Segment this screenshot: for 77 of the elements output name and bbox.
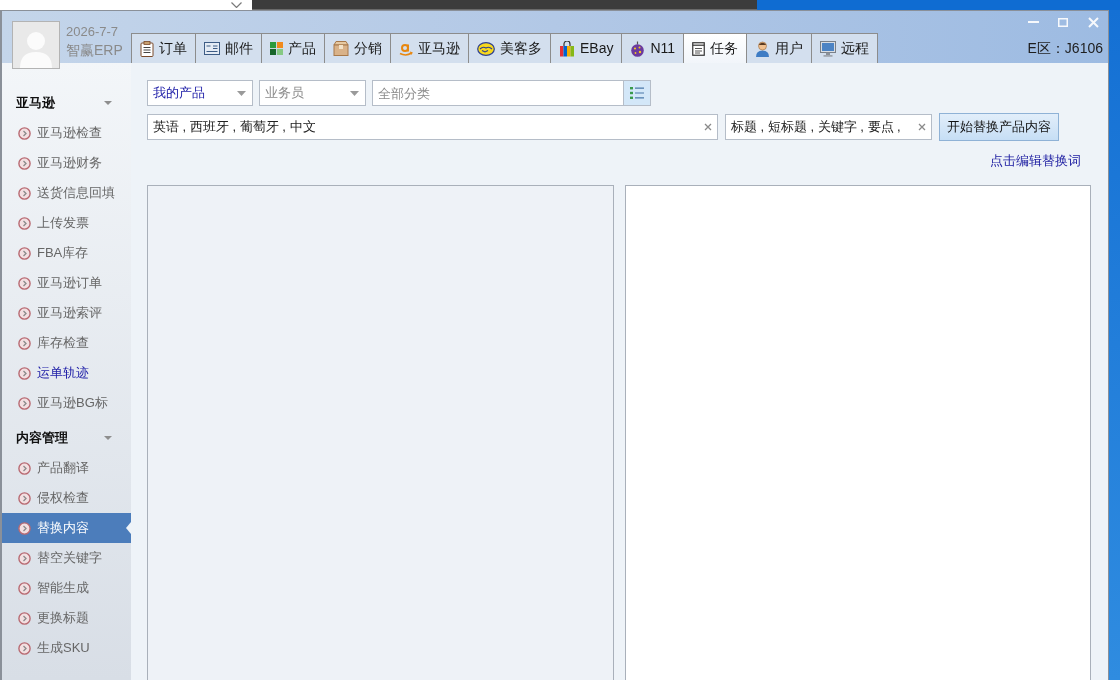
pointer-notch-icon <box>126 522 131 534</box>
arrow-circle-icon <box>18 611 31 625</box>
card-icon <box>204 42 220 55</box>
arrow-circle-icon <box>18 246 31 260</box>
tab[interactable]: 订单 <box>131 33 196 63</box>
sidebar-group-header[interactable]: 内容管理 <box>2 423 131 453</box>
chevron-down-icon[interactable] <box>231 2 242 8</box>
sidebar-item[interactable]: 替换内容 <box>2 513 131 543</box>
arrow-circle-icon <box>18 366 31 380</box>
edit-link[interactable]: 点击编辑替换词 <box>990 152 1081 169</box>
arrow-circle-icon <box>18 581 31 595</box>
user-icon <box>755 40 771 57</box>
document-icon <box>692 41 706 56</box>
sidebar-item[interactable]: 亚马逊财务 <box>2 148 131 178</box>
arrow-circle-icon <box>18 461 31 475</box>
sidebar-item[interactable]: 亚马逊BG标 <box>2 388 131 418</box>
sidebar-item[interactable]: 替空关键字 <box>2 543 131 573</box>
clipboard-icon <box>140 40 154 57</box>
caret-down-icon <box>104 101 112 105</box>
sidebar-item[interactable]: 产品翻译 <box>2 453 131 483</box>
sidebar-item[interactable]: FBA库存 <box>2 238 131 268</box>
arrow-circle-icon <box>18 126 31 140</box>
sidebar-item[interactable]: 侵权检查 <box>2 483 131 513</box>
tab[interactable]: 美客多 <box>468 33 551 63</box>
arrow-circle-icon <box>18 276 31 290</box>
date-text: 2026-7-7 <box>66 24 120 40</box>
tab[interactable]: 用户 <box>746 33 813 63</box>
arrow-circle-icon <box>18 521 31 535</box>
tab[interactable]: 邮件 <box>195 33 262 63</box>
arrow-circle-icon <box>18 306 31 320</box>
tab[interactable]: 产品 <box>261 33 325 63</box>
tab[interactable]: N11 <box>621 33 685 63</box>
caret-down-icon <box>237 90 246 96</box>
oval-emblem-icon <box>477 41 495 56</box>
arrow-circle-icon <box>18 641 31 655</box>
sidebar-item[interactable]: 库存检查 <box>2 328 131 358</box>
arrow-circle-icon <box>18 491 31 505</box>
shopping-bag-icon <box>559 40 575 57</box>
close-icon <box>1087 16 1099 28</box>
arrow-circle-icon <box>18 186 31 200</box>
salesperson-dropdown[interactable]: 业务员 <box>259 80 366 106</box>
ball-icon <box>630 40 646 57</box>
list-icon <box>630 87 644 99</box>
sidebar-item[interactable]: 运单轨迹 <box>2 358 131 388</box>
category-field[interactable]: 全部分类 <box>372 80 624 106</box>
tab[interactable]: 亚马逊 <box>390 33 469 63</box>
minimize-icon <box>1027 21 1039 23</box>
scope-dropdown[interactable]: 我的产品 <box>147 80 253 106</box>
sidebar-item[interactable]: 亚马逊订单 <box>2 268 131 298</box>
sidebar-item[interactable]: 亚马逊索评 <box>2 298 131 328</box>
app-name: 智赢ERP <box>66 41 123 60</box>
tab[interactable]: 任务 <box>683 33 748 63</box>
list-button[interactable] <box>623 80 651 106</box>
arrow-circle-icon <box>18 336 31 350</box>
sidebar-item[interactable]: 智能生成 <box>2 573 131 603</box>
arrow-circle-icon <box>18 216 31 230</box>
start-button[interactable]: 开始替换产品内容 <box>939 113 1059 141</box>
tab[interactable]: EBay <box>550 33 623 63</box>
caret-down-icon <box>350 90 359 96</box>
caret-down-icon <box>104 436 112 440</box>
sidebar-item[interactable]: 送货信息回填 <box>2 178 131 208</box>
sidebar-item[interactable]: 亚马逊检查 <box>2 118 131 148</box>
arrow-circle-icon <box>18 396 31 410</box>
box-icon <box>333 41 349 56</box>
sidebar-item[interactable]: 上传发票 <box>2 208 131 238</box>
maximize-icon <box>1058 17 1068 27</box>
avatar-placeholder <box>12 21 60 69</box>
sidebar-item[interactable]: 生成SKU <box>2 633 131 663</box>
grid-icon <box>270 42 283 55</box>
monitor-icon <box>820 40 837 57</box>
arrow-circle-icon <box>18 156 31 170</box>
tab[interactable]: 分销 <box>324 33 391 63</box>
sidebar-item[interactable]: 更换标题 <box>2 603 131 633</box>
region-label: E区：J6106 <box>1027 39 1103 57</box>
tab[interactable]: 远程 <box>811 33 879 63</box>
sidebar-group-header[interactable]: 亚马逊 <box>2 88 131 118</box>
arrow-circle-icon <box>18 551 31 565</box>
